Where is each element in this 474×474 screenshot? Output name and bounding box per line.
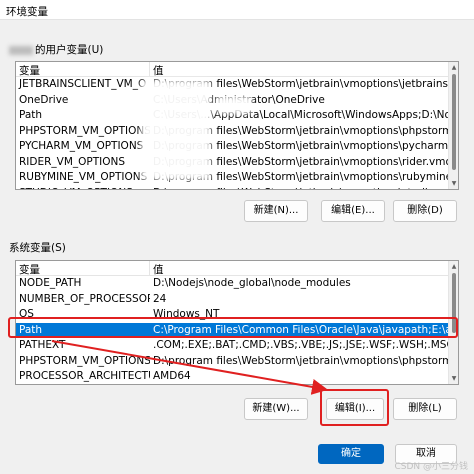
arrow-icon [51, 340, 328, 395]
annotation-arrow [51, 340, 328, 395]
ok-button[interactable]: 确定 [318, 444, 384, 464]
watermark: CSDN @小三分钱 [394, 462, 468, 472]
